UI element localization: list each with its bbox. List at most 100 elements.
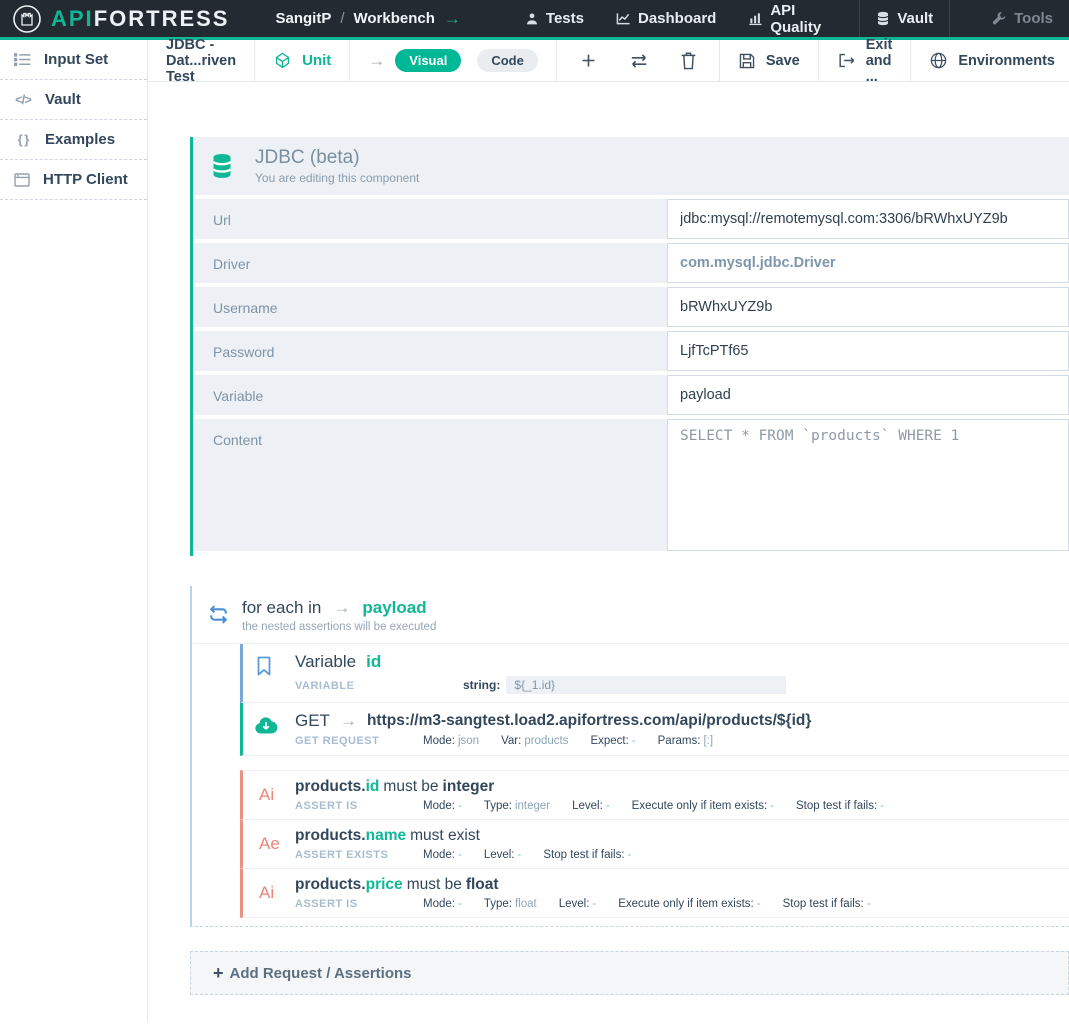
- mode-arrow-icon: →: [368, 51, 385, 71]
- component-kind: ASSERT EXISTS: [295, 849, 423, 861]
- exit-icon: [837, 52, 856, 69]
- brand-logo[interactable]: APIFORTRESS: [0, 4, 229, 34]
- content-sql-textarea[interactable]: SELECT * FROM `products` WHERE 1: [667, 419, 1069, 551]
- string-label: string:: [463, 678, 500, 692]
- database-icon: [209, 153, 235, 179]
- code-mode-button[interactable]: Code: [477, 49, 538, 72]
- password-input[interactable]: [667, 331, 1069, 371]
- breadcrumb-separator: /: [340, 10, 344, 27]
- assert-is-badge: Ai: [259, 883, 274, 903]
- assert-is-badge: Ai: [259, 785, 274, 805]
- field-row-content: Content SELECT * FROM `products` WHERE 1: [193, 419, 1069, 556]
- component-kind: ASSERT IS: [295, 898, 423, 910]
- assert-exists-badge: Ae: [259, 834, 280, 854]
- foreach-subtitle: the nested assertions will be executed: [242, 621, 1069, 633]
- nav-tests[interactable]: Tests: [509, 0, 600, 37]
- nav-dashboard-label: Dashboard: [638, 10, 716, 27]
- top-navigation: Tests Dashboard API Quality Vault: [509, 0, 1069, 37]
- field-label: Username: [193, 287, 667, 327]
- environments-button[interactable]: Environments: [911, 40, 1069, 81]
- nav-vault[interactable]: Vault: [860, 0, 949, 37]
- assert-is-price[interactable]: Ai products.pricemust befloat ASSERT IS …: [240, 868, 1069, 918]
- field-row-variable: Variable: [193, 375, 1069, 415]
- unit-button[interactable]: Unit: [255, 40, 350, 81]
- user-icon: [525, 12, 539, 26]
- field-label: Driver: [193, 243, 667, 283]
- field-label: Password: [193, 331, 667, 371]
- bookmark-icon: [254, 655, 274, 677]
- add-component-button[interactable]: [579, 51, 598, 70]
- nav-api-quality[interactable]: API Quality: [732, 0, 859, 37]
- foreach-arrow-icon: →: [333, 598, 350, 618]
- driver-input[interactable]: [667, 243, 1069, 283]
- field-label: Content: [193, 419, 667, 551]
- foreach-group: for each in → payload the nested asserti…: [190, 586, 1069, 927]
- component-kind: ASSERT IS: [295, 800, 423, 812]
- jdbc-component-panel: JDBC (beta) You are editing this compone…: [190, 137, 1069, 556]
- workbench-canvas: JDBC (beta) You are editing this compone…: [148, 82, 1069, 995]
- nav-dashboard[interactable]: Dashboard: [600, 0, 732, 37]
- breadcrumb-user[interactable]: SangitP: [275, 10, 331, 27]
- assert-is-id[interactable]: Ai products.idmust beinteger ASSERT IS M…: [240, 770, 1069, 819]
- test-name-cell[interactable]: JDBC - Dat...riven Test: [148, 40, 255, 81]
- globe-icon: [929, 51, 948, 70]
- sidebar-item-vault[interactable]: </> Vault: [0, 80, 147, 120]
- get-method: GET: [295, 711, 330, 731]
- sidebar-item-input-set[interactable]: Input Set: [0, 40, 147, 80]
- view-mode-cell: → Visual Code: [350, 40, 557, 81]
- component-kind: GET REQUEST: [295, 735, 423, 747]
- assertions-list: Ai products.idmust beinteger ASSERT IS M…: [240, 770, 1069, 918]
- assert-meta: Mode:- Type:integer Level:- Execute only…: [423, 800, 884, 812]
- save-button[interactable]: Save: [720, 40, 819, 81]
- sidebar-item-http-client[interactable]: HTTP Client: [0, 160, 147, 200]
- variable-component[interactable]: Variable id VARIABLE string: ${_1.id}: [240, 644, 1069, 703]
- component-title: JDBC (beta): [255, 147, 419, 169]
- field-row-url: Url: [193, 199, 1069, 239]
- exit-button[interactable]: Exit and ...: [819, 40, 912, 81]
- add-bar-label: Add Request / Assertions: [230, 965, 412, 982]
- nav-tools-label: Tools: [1014, 10, 1053, 27]
- get-url: https://m3-sangtest.load2.apifortress.co…: [367, 712, 811, 730]
- sidebar-item-label: Vault: [45, 91, 81, 108]
- sidebar-item-examples[interactable]: { } Examples: [0, 120, 147, 160]
- fortress-emblem-icon: [12, 4, 42, 34]
- app-header: APIFORTRESS SangitP / Workbench → Tests …: [0, 0, 1069, 40]
- username-input[interactable]: [667, 287, 1069, 327]
- nav-vault-label: Vault: [897, 10, 933, 27]
- bar-chart-icon: [748, 11, 763, 26]
- exit-label: Exit and ...: [866, 37, 893, 85]
- field-label: Variable: [193, 375, 667, 415]
- nested-components: Variable id VARIABLE string: ${_1.id}: [192, 644, 1069, 918]
- visual-mode-button[interactable]: Visual: [395, 49, 461, 72]
- breadcrumb: SangitP / Workbench →: [275, 9, 460, 29]
- swap-components-button[interactable]: [628, 52, 650, 70]
- variable-name: id: [366, 652, 381, 672]
- variable-input[interactable]: [667, 375, 1069, 415]
- assert-meta: Mode:- Level:- Stop test if fails:-: [423, 849, 631, 861]
- unit-label: Unit: [302, 52, 331, 69]
- add-request-assertions-button[interactable]: + Add Request / Assertions: [190, 951, 1069, 995]
- code-icon: </>: [14, 92, 32, 107]
- variable-title: Variable: [295, 652, 356, 672]
- foreach-component[interactable]: for each in → payload the nested asserti…: [192, 586, 1069, 644]
- component-actions-cell: [557, 40, 720, 81]
- test-name: JDBC - Dat...riven Test: [166, 37, 236, 85]
- breadcrumb-page[interactable]: Workbench: [354, 10, 435, 27]
- environments-label: Environments: [958, 53, 1055, 69]
- wrench-icon: [992, 11, 1007, 26]
- get-arrow-icon: →: [340, 711, 357, 731]
- save-label: Save: [766, 53, 800, 69]
- delete-component-button[interactable]: [680, 51, 697, 70]
- url-input[interactable]: [667, 199, 1069, 239]
- nav-api-quality-label: API Quality: [770, 2, 843, 36]
- database-icon: [876, 11, 890, 26]
- line-chart-icon: [616, 11, 631, 26]
- nav-tools[interactable]: Tools: [976, 0, 1069, 37]
- component-subtitle: You are editing this component: [255, 171, 419, 185]
- field-row-username: Username: [193, 287, 1069, 327]
- breadcrumb-arrow-icon: →: [444, 9, 461, 29]
- assert-exists-name[interactable]: Ae products.namemust exist ASSERT EXISTS…: [240, 819, 1069, 868]
- sidebar-item-label: Input Set: [44, 51, 108, 68]
- field-label: Url: [193, 199, 667, 239]
- get-request-component[interactable]: GET → https://m3-sangtest.load2.apifortr…: [240, 703, 1069, 756]
